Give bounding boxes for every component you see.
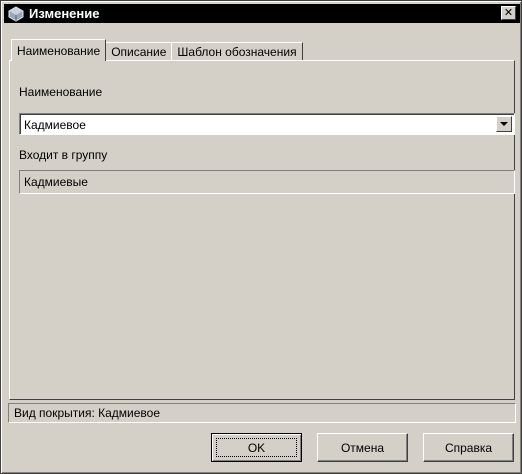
cancel-button[interactable]: Отмена [317, 433, 408, 462]
tab-name[interactable]: Наименование [11, 39, 107, 61]
ok-button[interactable]: OK [211, 433, 302, 462]
group-field: Кадмиевые [19, 170, 515, 194]
help-button-label: Справка [444, 440, 493, 455]
help-button[interactable]: Справка [423, 433, 514, 462]
app-icon [8, 5, 24, 22]
status-bar: Вид покрытия: Кадмиевое [8, 403, 516, 423]
dialog-window: Изменение ✕ Наименование Описание Шаблон… [0, 0, 522, 474]
name-label: Наименование [19, 85, 103, 99]
close-icon: ✕ [503, 6, 514, 19]
chevron-down-icon [500, 121, 508, 126]
name-combobox[interactable]: Кадмиевое [19, 113, 515, 135]
status-text: Вид покрытия: Кадмиевое [14, 406, 161, 420]
ok-button-label: OK [247, 440, 266, 455]
cancel-button-label: Отмена [340, 440, 385, 455]
combobox-dropdown-button[interactable] [496, 116, 512, 132]
close-button[interactable]: ✕ [501, 6, 516, 20]
window-title: Изменение [29, 6, 100, 21]
tab-designation-template[interactable]: Шаблон обозначения [171, 42, 303, 61]
name-combobox-value: Кадмиевое [24, 118, 86, 132]
title-bar[interactable]: Изменение ✕ [4, 4, 520, 23]
tab-description[interactable]: Описание [105, 42, 173, 61]
group-label: Входит в группу [19, 148, 108, 162]
tab-name-label: Наименование [17, 43, 101, 58]
tab-description-label: Описание [111, 45, 167, 59]
tab-strip: Наименование Описание Шаблон обозначения [11, 39, 303, 61]
tab-designation-template-label: Шаблон обозначения [177, 45, 297, 59]
group-field-value: Кадмиевые [24, 175, 88, 189]
tab-panel [9, 60, 515, 400]
